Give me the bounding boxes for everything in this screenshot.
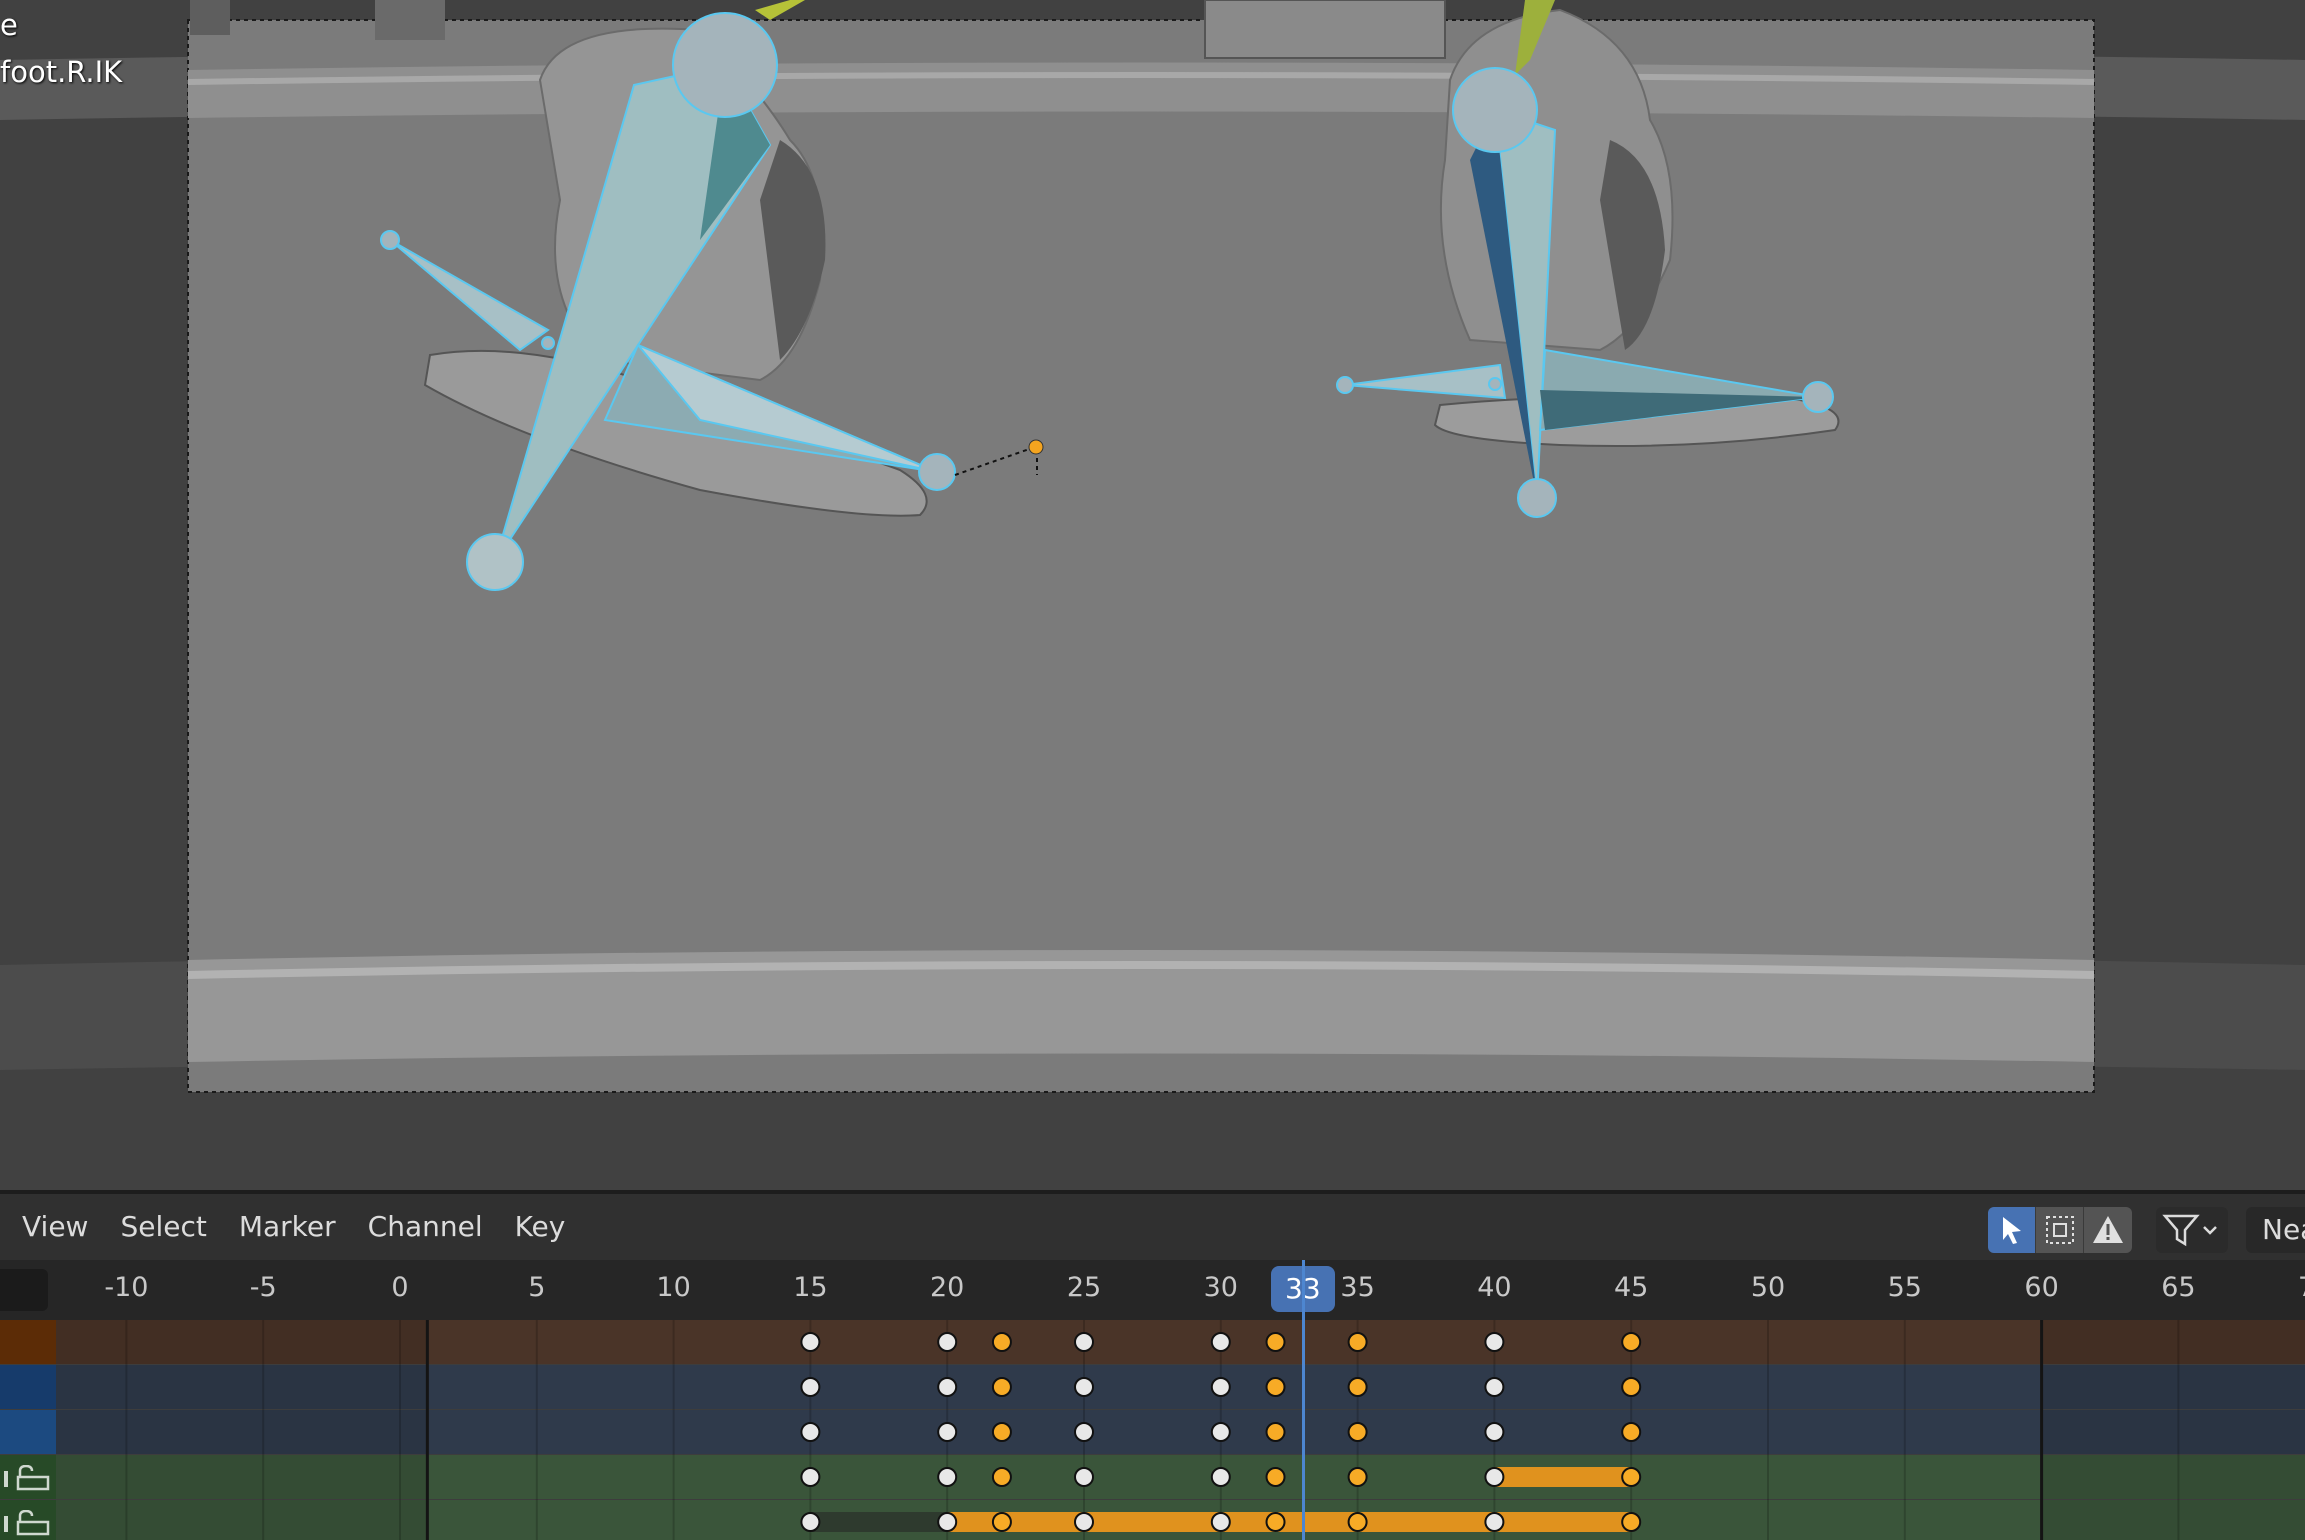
ruler-tick-label: -10 xyxy=(104,1272,149,1303)
keyframe[interactable] xyxy=(991,1512,1012,1532)
box-select-icon[interactable] xyxy=(2036,1207,2084,1253)
keyframe[interactable] xyxy=(937,1332,958,1352)
header-tool-buttons xyxy=(1988,1207,2132,1253)
ruler-tick-label: 5 xyxy=(528,1272,546,1303)
viewport-scene[interactable] xyxy=(0,0,2305,1190)
keyframe[interactable] xyxy=(937,1422,958,1442)
keyframe[interactable] xyxy=(1210,1422,1231,1442)
menu-marker[interactable]: Marker xyxy=(223,1194,352,1260)
keyframe[interactable] xyxy=(1074,1332,1094,1352)
ruler-tick-label: -5 xyxy=(249,1272,277,1303)
ruler-tick-label: 25 xyxy=(1066,1272,1102,1303)
keyframe[interactable] xyxy=(1484,1332,1505,1352)
ruler-tick-label: 0 xyxy=(391,1272,409,1303)
keyframe[interactable] xyxy=(937,1512,958,1532)
ruler-tick-label: 40 xyxy=(1477,1272,1512,1303)
keyframe[interactable] xyxy=(1265,1377,1286,1397)
keyframe-hold-bar xyxy=(1494,1467,1632,1487)
keyframe[interactable] xyxy=(1265,1332,1286,1352)
ruler-tick-label: 10 xyxy=(656,1272,691,1303)
keyframe[interactable] xyxy=(1621,1377,1642,1397)
ruler-tick-label: 55 xyxy=(1887,1272,1922,1303)
ruler-tick-label: 60 xyxy=(2024,1272,2059,1303)
ruler-tick-label: 20 xyxy=(930,1272,965,1303)
keyframe[interactable] xyxy=(991,1467,1012,1487)
ruler-tick-label: 70 xyxy=(2298,1272,2305,1303)
filter-funnel-icon[interactable] xyxy=(2156,1207,2228,1253)
3d-viewport[interactable]: e foot.R.IK xyxy=(0,0,2305,1190)
menu-view[interactable]: View xyxy=(0,1194,104,1260)
keyframe[interactable] xyxy=(1484,1512,1505,1532)
keyframe[interactable] xyxy=(1347,1467,1368,1487)
keyframe[interactable] xyxy=(991,1377,1012,1397)
ruler-tick-label: 35 xyxy=(1340,1272,1375,1303)
keyframe[interactable] xyxy=(1265,1512,1286,1532)
keyframe[interactable] xyxy=(1347,1377,1368,1397)
keyframe[interactable] xyxy=(1347,1422,1368,1442)
viewport-active-bone-name: foot.R.IK xyxy=(0,55,123,89)
playhead[interactable] xyxy=(1301,1260,1305,1540)
keyframe[interactable] xyxy=(800,1332,821,1352)
keyframe[interactable] xyxy=(800,1512,821,1532)
ruler-corner xyxy=(0,1269,48,1311)
keyframe[interactable] xyxy=(800,1377,821,1397)
keyframe[interactable] xyxy=(1074,1512,1094,1532)
menu-select[interactable]: Select xyxy=(104,1194,222,1260)
snap-mode-dropdown[interactable]: Nea xyxy=(2246,1207,2305,1253)
keyframe[interactable] xyxy=(1074,1422,1094,1442)
keyframe[interactable] xyxy=(800,1467,821,1487)
frame-ruler[interactable]: -10-50510152025303540455055606570 33 xyxy=(0,1260,2305,1320)
keyframe[interactable] xyxy=(937,1467,958,1487)
keyframe[interactable] xyxy=(800,1422,821,1442)
keyframe[interactable] xyxy=(1210,1332,1231,1352)
warning-icon[interactable] xyxy=(2084,1207,2132,1253)
keyframe[interactable] xyxy=(1074,1467,1094,1487)
dopesheet-channels[interactable] xyxy=(0,1320,2305,1540)
keyframe[interactable] xyxy=(1210,1467,1231,1487)
select-arrow-icon[interactable] xyxy=(1988,1207,2036,1253)
keyframe[interactable] xyxy=(937,1377,958,1397)
keyframe[interactable] xyxy=(1265,1422,1286,1442)
keyframe-hold-bar xyxy=(810,1512,948,1532)
keyframe[interactable] xyxy=(1484,1467,1505,1487)
keyframe[interactable] xyxy=(991,1422,1012,1442)
keyframe-area[interactable] xyxy=(0,1320,2305,1540)
keyframe[interactable] xyxy=(1347,1332,1368,1352)
ruler-tick-label: 45 xyxy=(1614,1272,1649,1303)
ruler-tick-label: 30 xyxy=(1203,1272,1238,1303)
keyframe[interactable] xyxy=(991,1332,1012,1352)
keyframe[interactable] xyxy=(1621,1422,1642,1442)
keyframe[interactable] xyxy=(1347,1512,1368,1532)
keyframe[interactable] xyxy=(1484,1422,1505,1442)
keyframe[interactable] xyxy=(1621,1332,1642,1352)
keyframe[interactable] xyxy=(1074,1377,1094,1397)
keyframe[interactable] xyxy=(1210,1377,1231,1397)
viewport-info-line-1: e xyxy=(0,8,18,42)
menu-key[interactable]: Key xyxy=(499,1194,582,1260)
ruler-tick-label: 65 xyxy=(2161,1272,2196,1303)
ruler-tick-label: 50 xyxy=(1750,1272,1786,1303)
dopesheet-header: View Select Marker Channel Key Nea xyxy=(0,1194,2305,1260)
keyframe[interactable] xyxy=(1621,1467,1642,1487)
menu-channel[interactable]: Channel xyxy=(352,1194,499,1260)
keyframe[interactable] xyxy=(1484,1377,1505,1397)
keyframe[interactable] xyxy=(1210,1512,1231,1532)
ruler-tick-label: 15 xyxy=(793,1272,828,1303)
keyframe[interactable] xyxy=(1621,1512,1642,1532)
keyframe[interactable] xyxy=(1265,1467,1286,1487)
